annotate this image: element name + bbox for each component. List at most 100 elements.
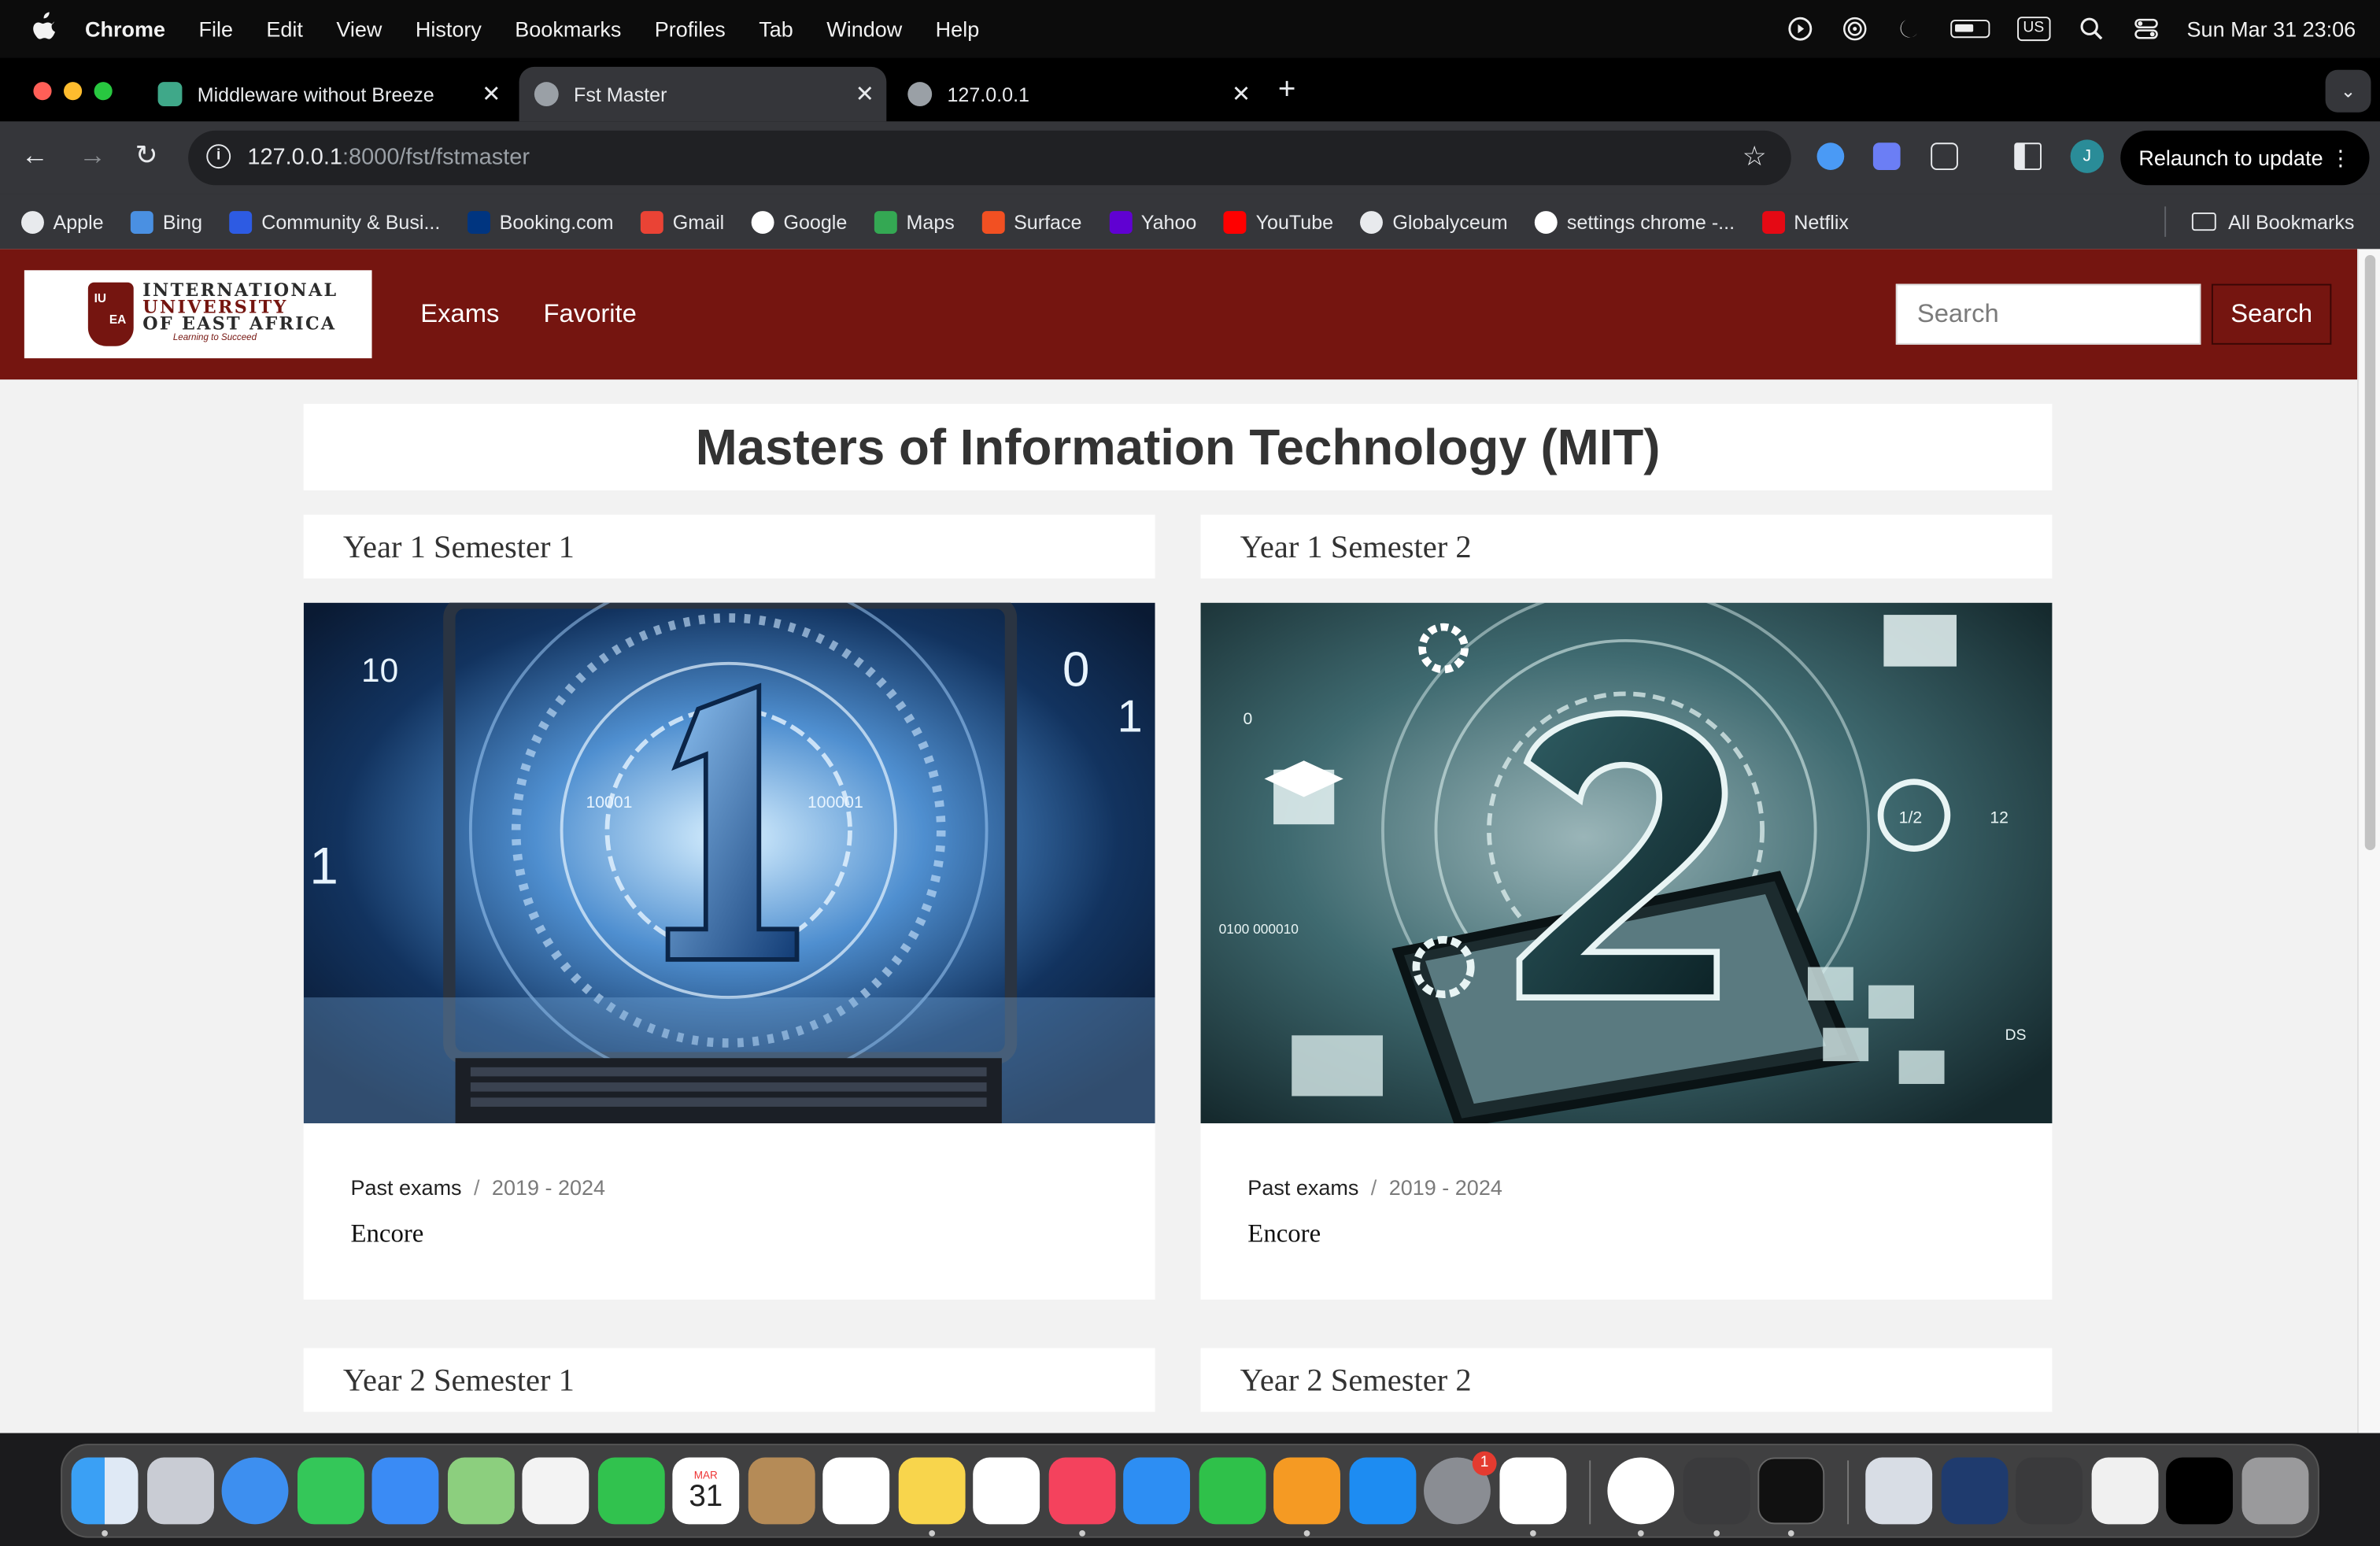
semester-2-illustration[interactable]: 1/2 12 0 0100 000010 DS [1200,602,2053,1124]
calendar-icon[interactable]: MAR 31 [672,1457,740,1525]
nav-exams-link[interactable]: Exams [420,299,499,330]
bookmark-gmail[interactable]: Gmail [641,210,724,234]
tab-close-icon[interactable]: ✕ [482,80,501,108]
card-label[interactable]: Encore [351,1219,424,1250]
trash-icon[interactable] [2241,1457,2309,1525]
breadcrumb-past-exams-link[interactable]: Past exams [1247,1175,1358,1200]
contacts-icon[interactable] [748,1457,815,1525]
bookmark-maps[interactable]: Maps [874,210,955,234]
recent-window-thumbnail-icon[interactable] [2016,1457,2083,1525]
tab-localhost[interactable]: 127.0.0.1 ✕ [893,67,1263,121]
side-panel-icon[interactable] [2014,142,2042,171]
page-scrollbar[interactable] [2357,249,2380,1433]
menu-tab[interactable]: Tab [759,17,793,41]
menu-bookmarks[interactable]: Bookmarks [515,17,621,41]
safari-icon[interactable] [221,1457,289,1525]
breadcrumb-past-exams-link[interactable]: Past exams [351,1175,462,1200]
battery-icon[interactable] [1949,20,1990,39]
maps-icon[interactable] [447,1457,515,1525]
menu-app-name[interactable]: Chrome [85,17,165,41]
keynote-icon[interactable] [1123,1457,1191,1525]
window-minimize-button[interactable] [64,82,83,101]
semester-heading-y1s1[interactable]: Year 1 Semester 1 [303,514,1155,579]
window-close-button[interactable] [33,82,52,101]
numbers-icon[interactable] [1199,1457,1266,1525]
system-settings-icon[interactable]: 1 [1424,1451,1497,1525]
search-input[interactable]: Search [1895,283,2201,345]
menu-history[interactable]: History [416,17,482,41]
messages-icon[interactable] [298,1457,364,1525]
bookmark-community[interactable]: Community & Busi... [229,210,440,234]
keyboard-layout-badge[interactable]: US [2016,17,2050,42]
relaunch-to-update-button[interactable]: Relaunch to update ⋮ [2120,130,2370,186]
semester-heading-y1s2[interactable]: Year 1 Semester 2 [1200,514,2053,579]
mail-icon[interactable] [371,1457,439,1525]
app-store-icon[interactable] [1349,1457,1417,1525]
tab-fst-master[interactable]: Fst Master ✕ [519,66,887,122]
extensions-puzzle-icon[interactable] [1931,142,1958,171]
bookmark-youtube[interactable]: YouTube [1224,210,1333,234]
menu-edit[interactable]: Edit [266,17,303,41]
address-url[interactable]: 127.0.0.1:8000/fst/fstmaster [247,144,530,170]
finder-icon[interactable] [71,1457,139,1525]
tab-search-chevron-icon[interactable]: ⌄ [2325,69,2371,113]
menu-window[interactable]: Window [826,17,902,41]
profile-avatar[interactable]: J [2070,139,2105,173]
control-center-icon[interactable] [2132,15,2160,43]
screen-capture-extension-icon[interactable] [1872,142,1901,171]
menu-help[interactable]: Help [936,17,980,41]
reminders-icon[interactable] [822,1457,890,1525]
notes-icon[interactable] [898,1457,966,1525]
search-button[interactable]: Search [2211,283,2332,345]
tab-close-icon[interactable]: ✕ [1232,80,1251,108]
site-info-icon[interactable]: i [206,144,231,169]
university-logo[interactable]: IU EA INTERNATIONAL UNIVERSITY OF EAST A… [24,270,372,359]
play-circle-icon[interactable] [1787,15,1814,43]
recent-window-thumbnail-icon[interactable] [2166,1457,2233,1525]
reload-icon[interactable]: ↻ [135,139,158,172]
card-label[interactable]: Encore [1247,1219,1321,1250]
bookmark-globalyceum[interactable]: Globalyceum [1360,210,1508,234]
terminal-icon[interactable] [1757,1457,1825,1525]
menu-profiles[interactable]: Profiles [655,17,726,41]
all-bookmarks-button[interactable]: All Bookmarks [2191,194,2354,249]
bookmark-netflix[interactable]: Netflix [1761,210,1849,234]
bookmark-apple[interactable]: Apple [21,210,104,234]
new-tab-plus-icon[interactable]: + [1278,73,1296,108]
spotlight-search-icon[interactable] [2078,15,2105,43]
scrollbar-thumb[interactable] [2364,255,2376,851]
bookmark-surface[interactable]: Surface [981,210,1081,234]
nav-favorite-link[interactable]: Favorite [543,299,636,330]
recent-window-thumbnail-icon[interactable] [2091,1457,2159,1525]
tab-close-icon[interactable]: ✕ [856,80,874,108]
forward-arrow-icon[interactable]: → [79,139,106,172]
semester-1-illustration[interactable]: 10 0 1 1 10001 100001 [303,602,1155,1124]
moon-icon[interactable] [1895,15,1923,43]
more-vertical-icon[interactable]: ⋮ [2330,131,2351,185]
cloud-extension-icon[interactable] [1816,142,1845,171]
recent-window-thumbnail-icon[interactable] [1865,1457,1933,1525]
back-arrow-icon[interactable]: ← [21,139,49,172]
semester-heading-y2s1[interactable]: Year 2 Semester 1 [303,1348,1155,1412]
window-zoom-button[interactable] [94,82,113,101]
facetime-icon[interactable] [597,1457,665,1525]
freeform-icon[interactable] [973,1457,1040,1525]
menu-view[interactable]: View [336,17,382,41]
recent-window-thumbnail-icon[interactable] [1941,1457,2009,1525]
photos-icon[interactable] [522,1457,589,1525]
bookmark-yahoo[interactable]: Yahoo [1109,210,1196,234]
menu-file[interactable]: File [198,17,233,41]
bookmark-bing[interactable]: Bing [131,210,202,234]
address-bar[interactable]: i 127.0.0.1:8000/fst/fstmaster ☆ [188,130,1791,186]
bookmark-booking[interactable]: Booking.com [468,210,614,234]
bookmark-star-icon[interactable]: ☆ [1743,141,1767,173]
vscode-icon[interactable] [1499,1457,1567,1525]
pages-icon[interactable] [1273,1457,1340,1525]
unity-icon[interactable] [1683,1457,1750,1525]
tab-middleware[interactable]: Middleware without Breeze ✕ [142,67,513,121]
launchpad-icon[interactable] [147,1457,214,1525]
bookmark-settings-chrome[interactable]: settings chrome -... [1535,210,1735,234]
chrome-icon[interactable] [1607,1457,1675,1525]
menu-bar-clock[interactable]: Sun Mar 31 23:06 [2187,17,2356,41]
apple-menu-icon[interactable] [28,11,61,46]
